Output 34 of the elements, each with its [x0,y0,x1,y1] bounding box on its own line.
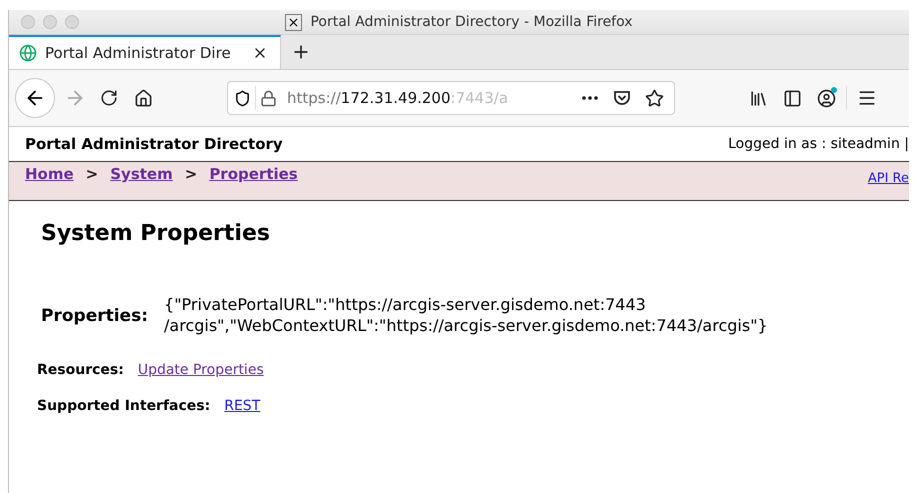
back-button[interactable] [15,78,55,118]
shield-icon [234,90,251,106]
api-reference-link[interactable]: API Re [868,171,909,200]
sidebar-icon [782,88,802,108]
library-icon [748,88,768,108]
dots-icon [582,96,598,100]
lock-warning-icon [260,90,277,106]
tab-title: Portal Administrator Dire [45,44,232,62]
properties-label: Properties: [41,306,148,326]
house-icon [134,88,152,108]
breadcrumb-link[interactable]: System [110,165,173,200]
pocket-icon [613,89,631,107]
breadcrumb-separator: > [86,165,98,185]
breadcrumb-link[interactable]: Properties [209,165,298,200]
user-icon [816,88,836,108]
breadcrumb-link[interactable]: Home [25,165,74,200]
row-label: Supported Interfaces: [37,398,210,414]
star-icon [644,88,664,108]
page-heading: System Properties [41,221,271,246]
breadcrumb-separator: > [184,165,198,185]
x-logo-icon [285,14,302,30]
url-text: https://172.31.49.200:7443/a [286,89,510,107]
reload-icon [100,89,118,107]
browser-tab[interactable]: Portal Administrator Dire [9,35,281,69]
globe-icon [19,44,37,62]
logged-in-text: Logged in as : siteadmin | [728,136,909,152]
notification-dot-icon [831,87,837,93]
address-bar[interactable]: https://172.31.49.200:7443/a [227,81,675,115]
page-header-title: Portal Administrator Directory [25,135,283,153]
properties-value: {"PrivatePortalURL":"https://arcgis-server.gisdemo.net:7443 /arcgis","WebContextURL":"https://arcgis-server.gisdemo.net:7443/arcgis"} [164,294,769,336]
resource-link[interactable]: Update Properties [138,362,264,378]
row-label: Resources: [37,362,124,378]
resource-link[interactable]: REST [224,398,260,414]
window-title: Portal Administrator Directory - Mozilla Firefox [310,14,633,30]
